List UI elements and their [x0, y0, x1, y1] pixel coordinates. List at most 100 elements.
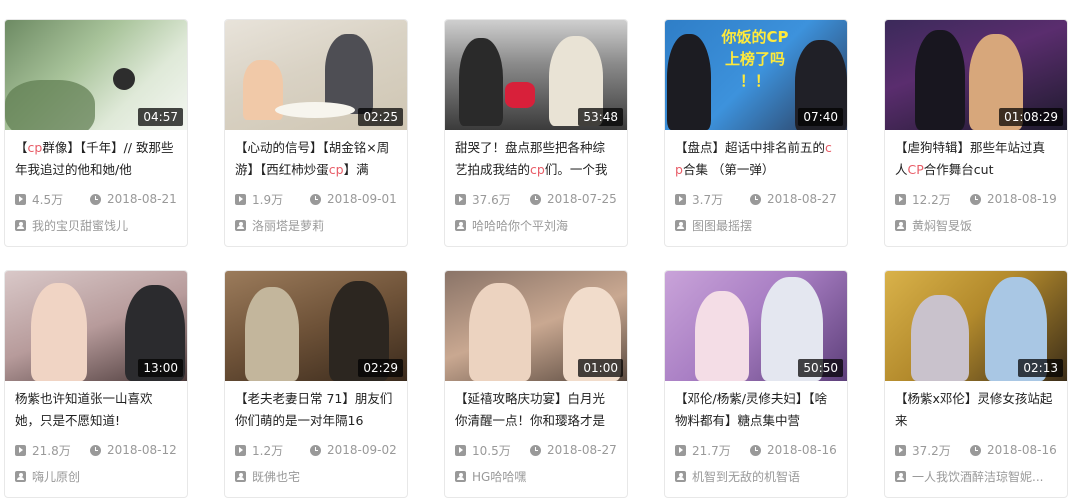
- user-icon: [455, 470, 466, 482]
- clock-icon: [970, 444, 981, 456]
- video-meta: 10.5万 2018-08-27: [455, 442, 617, 458]
- video-meta: 4.5万 2018-08-21: [15, 191, 177, 207]
- user-icon: [15, 470, 26, 482]
- video-card[interactable]: 04:57 【cp群像】【千年】// 致那些年我追过的他和她/他 4.5万 20…: [4, 19, 188, 247]
- clock-icon: [310, 193, 321, 205]
- video-author[interactable]: 一人我饮酒醉洁琼智妮...: [895, 468, 1057, 484]
- author-name: 嗨儿原创: [32, 469, 81, 484]
- video-title[interactable]: 【心动的信号】【胡金铭×周游】【西红柿炒蛋cp】满: [235, 137, 397, 181]
- video-duration: 02:13: [1018, 359, 1063, 377]
- user-icon: [235, 219, 246, 231]
- clock-icon: [750, 444, 761, 456]
- upload-date: 2018-08-21: [107, 192, 177, 206]
- video-title[interactable]: 【盘点】超话中排名前五的cp合集 （第一弹）: [675, 137, 837, 181]
- video-thumbnail[interactable]: 13:00: [5, 271, 187, 381]
- video-grid: 04:57 【cp群像】【千年】// 致那些年我追过的他和她/他 4.5万 20…: [0, 0, 1080, 504]
- view-count: 37.6万: [472, 192, 511, 207]
- view-count: 10.5万: [472, 443, 511, 458]
- author-name: 既佛也宅: [252, 469, 301, 484]
- author-name: 一人我饮酒醉洁琼智妮...: [912, 469, 1044, 484]
- thumbnail-decor: [667, 34, 711, 130]
- author-name: HG哈哈嘿: [472, 469, 527, 484]
- video-author[interactable]: 我的宝贝甜蜜饯儿: [15, 217, 177, 233]
- video-duration: 02:25: [358, 108, 403, 126]
- user-icon: [675, 470, 686, 482]
- thumbnail-decor: [915, 30, 965, 130]
- clock-icon: [90, 193, 101, 205]
- video-card[interactable]: 02:25 【心动的信号】【胡金铭×周游】【西红柿炒蛋cp】满 1.9万 201…: [224, 19, 408, 247]
- video-title[interactable]: 【延禧攻略庆功宴】白月光你清醒一点！你和璎珞才是: [455, 388, 617, 432]
- upload-date: 2018-08-27: [547, 443, 617, 457]
- video-card[interactable]: 02:13 【杨紫x邓伦】灵修女孩站起来 37.2万 2018-08-16 一人…: [884, 270, 1068, 498]
- video-card[interactable]: 50:50 【邓伦/杨紫/灵修夫妇】【啥物料都有】糖点集中营 21.7万 201…: [664, 270, 848, 498]
- video-author[interactable]: HG哈哈嘿: [455, 468, 617, 484]
- video-author[interactable]: 嗨儿原创: [15, 468, 177, 484]
- view-count: 21.7万: [692, 443, 731, 458]
- video-thumbnail[interactable]: 01:00: [445, 271, 627, 381]
- clock-icon: [750, 193, 761, 205]
- video-title[interactable]: 甜哭了！盘点那些把各种综艺拍成我结的cp们。一个我: [455, 137, 617, 181]
- video-thumbnail[interactable]: 02:25: [225, 20, 407, 130]
- video-card[interactable]: 02:29 【老夫老妻日常 71】朋友们 你们萌的是一对年隔16 1.2万 20…: [224, 270, 408, 498]
- clock-icon: [90, 444, 101, 456]
- video-meta: 37.2万 2018-08-16: [895, 442, 1057, 458]
- upload-date: 2018-08-12: [107, 443, 177, 457]
- video-author[interactable]: 既佛也宅: [235, 468, 397, 484]
- video-thumbnail[interactable]: 你饭的CP 上榜了吗 ！！ 07:40: [665, 20, 847, 130]
- play-count-icon: [455, 193, 466, 205]
- thumbnail-decor: [245, 287, 299, 381]
- video-card[interactable]: 01:08:29 【虐狗特辑】那些年站过真人CP合作舞台cut 12.2万 20…: [884, 19, 1068, 247]
- video-duration: 02:29: [358, 359, 403, 377]
- thumbnail-decor: [31, 283, 87, 381]
- video-duration: 01:00: [578, 359, 623, 377]
- view-count: 1.9万: [252, 192, 284, 207]
- video-author[interactable]: 机智到无敌的机智语: [675, 468, 837, 484]
- view-count: 4.5万: [32, 192, 64, 207]
- video-card[interactable]: 你饭的CP 上榜了吗 ！！ 07:40 【盘点】超话中排名前五的cp合集 （第一…: [664, 19, 848, 247]
- video-thumbnail[interactable]: 53:48: [445, 20, 627, 130]
- video-thumbnail[interactable]: 02:13: [885, 271, 1067, 381]
- video-title[interactable]: 杨紫也许知道张一山喜欢她，只是不愿知道!: [15, 388, 177, 432]
- play-count-icon: [455, 444, 466, 456]
- video-title[interactable]: 【cp群像】【千年】// 致那些年我追过的他和她/他: [15, 137, 177, 181]
- video-title[interactable]: 【老夫老妻日常 71】朋友们 你们萌的是一对年隔16: [235, 388, 397, 432]
- author-name: 洛丽塔是萝莉: [252, 218, 325, 233]
- video-author[interactable]: 黄焖智旻饭: [895, 217, 1057, 233]
- thumbnail-decor: [459, 38, 503, 126]
- video-meta: 21.7万 2018-08-16: [675, 442, 837, 458]
- play-count-icon: [675, 444, 686, 456]
- user-icon: [675, 219, 686, 231]
- video-meta: 12.2万 2018-08-19: [895, 191, 1057, 207]
- video-meta: 1.9万 2018-09-01: [235, 191, 397, 207]
- play-count-icon: [15, 444, 26, 456]
- thumbnail-decor: [275, 102, 355, 118]
- video-thumbnail[interactable]: 50:50: [665, 271, 847, 381]
- video-duration: 07:40: [798, 108, 843, 126]
- video-card[interactable]: 13:00 杨紫也许知道张一山喜欢她，只是不愿知道! 21.8万 2018-08…: [4, 270, 188, 498]
- view-count: 21.8万: [32, 443, 71, 458]
- clock-icon: [530, 193, 541, 205]
- thumbnail-decor: [505, 82, 535, 108]
- video-card[interactable]: 53:48 甜哭了！盘点那些把各种综艺拍成我结的cp们。一个我 37.6万 20…: [444, 19, 628, 247]
- user-icon: [455, 219, 466, 231]
- video-duration: 01:08:29: [999, 108, 1063, 126]
- video-thumbnail[interactable]: 02:29: [225, 271, 407, 381]
- video-thumbnail[interactable]: 04:57: [5, 20, 187, 130]
- user-icon: [235, 470, 246, 482]
- video-author[interactable]: 哈哈哈你个平刘海: [455, 217, 617, 233]
- video-thumbnail[interactable]: 01:08:29: [885, 20, 1067, 130]
- video-duration: 04:57: [138, 108, 183, 126]
- play-count-icon: [235, 444, 246, 456]
- user-icon: [895, 219, 906, 231]
- video-title[interactable]: 【邓伦/杨紫/灵修夫妇】【啥物料都有】糖点集中营: [675, 388, 837, 432]
- thumbnail-overlay-text: 你饭的CP 上榜了吗 ！！: [721, 28, 789, 90]
- view-count: 37.2万: [912, 443, 951, 458]
- video-title[interactable]: 【虐狗特辑】那些年站过真人CP合作舞台cut: [895, 137, 1057, 181]
- play-count-icon: [895, 444, 906, 456]
- author-name: 黄焖智旻饭: [912, 218, 973, 233]
- video-title[interactable]: 【杨紫x邓伦】灵修女孩站起来: [895, 388, 1057, 432]
- view-count: 12.2万: [912, 192, 951, 207]
- video-card[interactable]: 01:00 【延禧攻略庆功宴】白月光你清醒一点！你和璎珞才是 10.5万 201…: [444, 270, 628, 498]
- video-author[interactable]: 图图最摇摆: [675, 217, 837, 233]
- video-author[interactable]: 洛丽塔是萝莉: [235, 217, 397, 233]
